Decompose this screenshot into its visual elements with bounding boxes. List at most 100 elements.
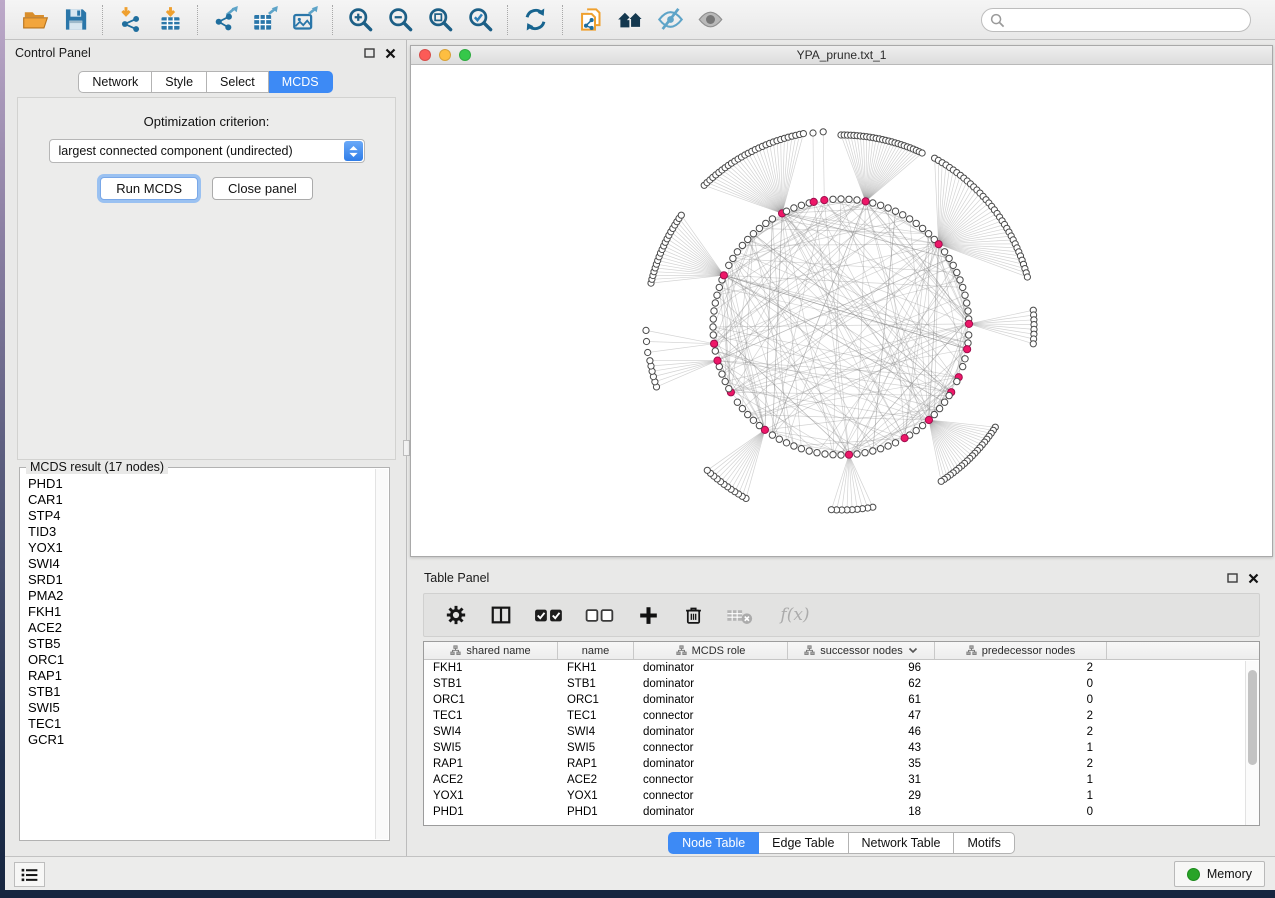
- zoom-fit-button[interactable]: [420, 3, 460, 37]
- network-node[interactable]: [756, 225, 762, 231]
- network-node[interactable]: [830, 196, 836, 202]
- split-divider-grip[interactable]: [403, 440, 410, 456]
- show-panels-menu-button[interactable]: [14, 862, 45, 887]
- save-session-button[interactable]: [55, 3, 95, 37]
- network-node[interactable]: [925, 231, 931, 237]
- zoom-selected-button[interactable]: [460, 3, 500, 37]
- hide-selected-button[interactable]: [650, 3, 690, 37]
- network-node[interactable]: [870, 448, 876, 454]
- network-node[interactable]: [722, 378, 728, 384]
- network-node[interactable]: [838, 452, 844, 458]
- network-node[interactable]: [838, 196, 844, 202]
- network-node[interactable]: [719, 371, 725, 377]
- network-node[interactable]: [962, 292, 968, 298]
- table-row[interactable]: STB1STB1dominator620: [424, 676, 1259, 692]
- table-row[interactable]: TEC1TEC1connector472: [424, 708, 1259, 724]
- network-node[interactable]: [645, 349, 651, 355]
- tab-style[interactable]: Style: [152, 71, 207, 93]
- network-node[interactable]: [892, 440, 898, 446]
- network-node[interactable]: [892, 208, 898, 214]
- show-all-button[interactable]: [690, 3, 730, 37]
- network-node[interactable]: [769, 432, 775, 438]
- mcds-result-item[interactable]: STP4: [24, 508, 373, 524]
- mcds-network-node[interactable]: [901, 435, 908, 442]
- refresh-view-button[interactable]: [515, 3, 555, 37]
- mcds-result-item[interactable]: FKH1: [24, 604, 373, 620]
- network-node[interactable]: [931, 411, 937, 417]
- column-header-MCDS-role[interactable]: MCDS role: [634, 642, 788, 659]
- network-node[interactable]: [783, 208, 789, 214]
- network-node[interactable]: [854, 197, 860, 203]
- show-columns-button[interactable]: [487, 600, 515, 630]
- mcds-network-node[interactable]: [845, 451, 852, 458]
- network-node[interactable]: [900, 212, 906, 218]
- network-node[interactable]: [714, 292, 720, 298]
- network-node[interactable]: [862, 450, 868, 456]
- network-node[interactable]: [957, 277, 963, 283]
- network-node[interactable]: [769, 216, 775, 222]
- tab-mcds[interactable]: MCDS: [269, 71, 333, 93]
- table-row[interactable]: FKH1FKH1dominator962: [424, 660, 1259, 676]
- network-node[interactable]: [946, 392, 952, 398]
- network-node[interactable]: [913, 427, 919, 433]
- tab-select[interactable]: Select: [207, 71, 269, 93]
- run-mcds-button[interactable]: Run MCDS: [100, 177, 198, 200]
- network-node[interactable]: [913, 220, 919, 226]
- mcds-network-node[interactable]: [965, 320, 972, 327]
- network-node[interactable]: [810, 130, 816, 136]
- network-node[interactable]: [745, 236, 751, 242]
- network-node[interactable]: [854, 451, 860, 457]
- network-node[interactable]: [919, 150, 925, 156]
- table-row[interactable]: ACE2ACE2connector311: [424, 772, 1259, 788]
- mcds-result-item[interactable]: YOX1: [24, 540, 373, 556]
- close-panel-button[interactable]: Close panel: [212, 177, 313, 200]
- mcds-result-item[interactable]: SRD1: [24, 572, 373, 588]
- tab-edge-table[interactable]: Edge Table: [759, 832, 848, 854]
- export-table-button[interactable]: [245, 3, 285, 37]
- mcds-result-item[interactable]: TID3: [24, 524, 373, 540]
- new-network-from-selection-button[interactable]: [570, 3, 610, 37]
- mcds-network-node[interactable]: [810, 198, 817, 205]
- network-node[interactable]: [870, 200, 876, 206]
- network-node[interactable]: [756, 422, 762, 428]
- network-node[interactable]: [739, 242, 745, 248]
- network-node[interactable]: [798, 446, 804, 452]
- network-node[interactable]: [820, 129, 826, 135]
- add-column-button[interactable]: [634, 600, 662, 630]
- mcds-result-item[interactable]: STB5: [24, 636, 373, 652]
- network-node[interactable]: [647, 358, 653, 364]
- network-node[interactable]: [960, 284, 966, 290]
- column-header-successor-nodes[interactable]: successor nodes: [788, 642, 935, 659]
- network-node[interactable]: [954, 378, 960, 384]
- table-row[interactable]: RAP1RAP1dominator352: [424, 756, 1259, 772]
- network-node[interactable]: [919, 225, 925, 231]
- tab-network[interactable]: Network: [78, 71, 152, 93]
- deselect-all-rows-button[interactable]: [583, 600, 617, 630]
- network-canvas[interactable]: [411, 65, 1272, 556]
- mcds-network-node[interactable]: [720, 272, 727, 279]
- mcds-network-node[interactable]: [862, 198, 869, 205]
- mcds-result-item[interactable]: PHD1: [24, 476, 373, 492]
- table-row[interactable]: PHD1PHD1dominator180: [424, 804, 1259, 820]
- network-node[interactable]: [936, 405, 942, 411]
- network-node[interactable]: [965, 308, 971, 314]
- network-node[interactable]: [938, 478, 944, 484]
- network-node[interactable]: [704, 467, 710, 473]
- network-node[interactable]: [643, 327, 649, 333]
- open-file-button[interactable]: [15, 3, 55, 37]
- network-node[interactable]: [726, 262, 732, 268]
- network-node[interactable]: [966, 332, 972, 338]
- network-node[interactable]: [710, 332, 716, 338]
- network-node[interactable]: [877, 446, 883, 452]
- delete-table-button[interactable]: [724, 600, 756, 630]
- network-node[interactable]: [964, 300, 970, 306]
- apply-function-button[interactable]: f(x): [773, 600, 817, 630]
- column-header-name[interactable]: name: [558, 642, 634, 659]
- network-node[interactable]: [1030, 341, 1036, 347]
- network-node[interactable]: [814, 450, 820, 456]
- network-node[interactable]: [734, 249, 740, 255]
- table-row[interactable]: YOX1YOX1connector291: [424, 788, 1259, 804]
- network-node[interactable]: [1024, 274, 1030, 280]
- network-node[interactable]: [712, 300, 718, 306]
- column-header-predecessor-nodes[interactable]: predecessor nodes: [935, 642, 1107, 659]
